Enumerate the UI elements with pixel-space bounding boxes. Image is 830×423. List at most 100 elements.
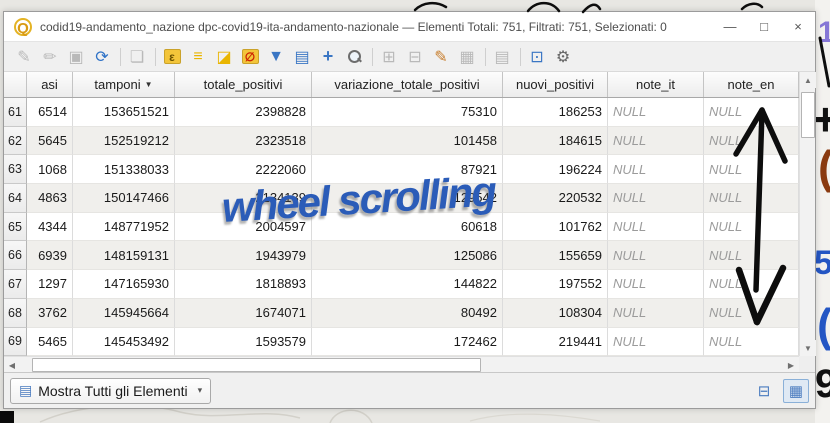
cell-totale_positivi[interactable]: 2134139 — [175, 184, 312, 213]
cell-casi[interactable]: 6514 — [27, 98, 73, 127]
cell-variazione_totale_positivi[interactable]: 101458 — [312, 127, 503, 156]
minimize-button[interactable]: — — [713, 13, 747, 41]
cell-note_en[interactable]: NULL — [704, 213, 799, 242]
cell-tamponi[interactable]: 145453492 — [73, 328, 175, 357]
cell-variazione_totale_positivi[interactable]: 125086 — [312, 241, 503, 270]
cell-variazione_totale_positivi[interactable]: 172462 — [312, 328, 503, 357]
cell-variazione_totale_positivi[interactable]: 75310 — [312, 98, 503, 127]
cell-nuovi_positivi[interactable]: 197552 — [503, 270, 608, 299]
cell-nuovi_positivi[interactable]: 219441 — [503, 328, 608, 357]
cell-nuovi_positivi[interactable]: 220532 — [503, 184, 608, 213]
horizontal-scroll-thumb[interactable] — [32, 358, 481, 372]
column-header-nuovi_positivi[interactable]: nuovi_positivi — [503, 72, 608, 97]
cell-casi[interactable]: 1068 — [27, 155, 73, 184]
table-view-button[interactable]: ▦ — [783, 379, 809, 403]
cell-totale_positivi[interactable]: 2323518 — [175, 127, 312, 156]
new-field-icon[interactable]: ⊞ — [377, 45, 401, 69]
cell-tamponi[interactable]: 153651521 — [73, 98, 175, 127]
dock-table-icon[interactable]: ⊡ — [525, 45, 549, 69]
column-header-note_it[interactable]: note_it — [608, 72, 704, 97]
feature-filter-button[interactable]: ▤ Mostra Tutti gli Elementi ▾ — [10, 378, 211, 404]
cell-tamponi[interactable]: 148771952 — [73, 213, 175, 242]
cell-totale_positivi[interactable]: 2222060 — [175, 155, 312, 184]
horizontal-scrollbar[interactable]: ◀ ▶ — [4, 356, 799, 372]
row-number[interactable]: 62 — [4, 127, 27, 156]
paste-features-icon[interactable]: ❏ — [125, 45, 149, 69]
row-number[interactable]: 67 — [4, 270, 27, 299]
zoom-to-selection-icon[interactable] — [342, 45, 366, 69]
column-header-totale_positivi[interactable]: totale_positivi — [175, 72, 312, 97]
cell-variazione_totale_positivi[interactable]: 60618 — [312, 213, 503, 242]
cell-casi[interactable]: 1297 — [27, 270, 73, 299]
cell-note_it[interactable]: NULL — [608, 270, 704, 299]
cell-tamponi[interactable]: 152519212 — [73, 127, 175, 156]
cell-nuovi_positivi[interactable]: 108304 — [503, 299, 608, 328]
cell-tamponi[interactable]: 150147466 — [73, 184, 175, 213]
cell-nuovi_positivi[interactable]: 196224 — [503, 155, 608, 184]
field-calculator-icon[interactable]: ▦ — [455, 45, 479, 69]
actions-icon[interactable]: ⚙ — [551, 45, 575, 69]
cell-note_it[interactable]: NULL — [608, 155, 704, 184]
cell-note_it[interactable]: NULL — [608, 241, 704, 270]
toggle-editing-icon[interactable]: ✎ — [12, 45, 36, 69]
cell-casi[interactable]: 4863 — [27, 184, 73, 213]
move-selection-to-top-icon[interactable]: ▤ — [290, 45, 314, 69]
cell-casi[interactable]: 3762 — [27, 299, 73, 328]
form-view-button[interactable]: ⊟ — [751, 379, 777, 403]
cell-variazione_totale_positivi[interactable]: 144822 — [312, 270, 503, 299]
cell-note_it[interactable]: NULL — [608, 213, 704, 242]
row-number[interactable]: 63 — [4, 155, 27, 184]
title-bar[interactable]: Q codid19-andamento_nazione dpc-covid19-… — [4, 12, 815, 42]
column-header-variazione_totale_positivi[interactable]: variazione_totale_positivi — [312, 72, 503, 97]
cell-note_it[interactable]: NULL — [608, 299, 704, 328]
save-edits-icon[interactable]: ▣ — [64, 45, 88, 69]
cell-note_it[interactable]: NULL — [608, 328, 704, 357]
scroll-left-button[interactable]: ◀ — [4, 357, 20, 373]
cell-tamponi[interactable]: 145945664 — [73, 299, 175, 328]
cell-note_it[interactable]: NULL — [608, 98, 704, 127]
cell-note_en[interactable]: NULL — [704, 241, 799, 270]
cell-tamponi[interactable]: 151338033 — [73, 155, 175, 184]
filter-icon[interactable]: ▼ — [264, 45, 288, 69]
select-by-expression-icon[interactable]: ε — [160, 45, 184, 69]
scroll-up-button[interactable]: ▲ — [800, 72, 816, 88]
conditional-formatting-icon[interactable]: ▤ — [490, 45, 514, 69]
multi-edit-icon[interactable]: ✏ — [38, 45, 62, 69]
select-all-icon[interactable]: ≡ — [186, 45, 210, 69]
cell-casi[interactable]: 4344 — [27, 213, 73, 242]
cell-note_en[interactable]: NULL — [704, 98, 799, 127]
cell-nuovi_positivi[interactable]: 155659 — [503, 241, 608, 270]
cell-note_en[interactable]: NULL — [704, 184, 799, 213]
cell-variazione_totale_positivi[interactable]: 129542 — [312, 184, 503, 213]
cell-tamponi[interactable]: 148159131 — [73, 241, 175, 270]
row-number[interactable]: 69 — [4, 328, 27, 357]
cell-nuovi_positivi[interactable]: 184615 — [503, 127, 608, 156]
cell-totale_positivi[interactable]: 1674071 — [175, 299, 312, 328]
pan-to-selection-icon[interactable]: + — [316, 45, 340, 69]
scroll-right-button[interactable]: ▶ — [783, 357, 799, 373]
cell-tamponi[interactable]: 147165930 — [73, 270, 175, 299]
column-header-note_en[interactable]: note_en — [704, 72, 799, 97]
edit-expression-icon[interactable]: ✎ — [429, 45, 453, 69]
cell-totale_positivi[interactable]: 2004597 — [175, 213, 312, 242]
cell-nuovi_positivi[interactable]: 101762 — [503, 213, 608, 242]
cell-note_en[interactable]: NULL — [704, 270, 799, 299]
row-number[interactable]: 61 — [4, 98, 27, 127]
cell-casi[interactable]: 5465 — [27, 328, 73, 357]
vertical-scroll-thumb[interactable] — [801, 92, 815, 138]
vertical-scrollbar[interactable]: ▲ ▼ — [799, 72, 815, 356]
cell-casi[interactable]: 6939 — [27, 241, 73, 270]
cell-nuovi_positivi[interactable]: 186253 — [503, 98, 608, 127]
row-number[interactable]: 64 — [4, 184, 27, 213]
cell-variazione_totale_positivi[interactable]: 87921 — [312, 155, 503, 184]
invert-selection-icon[interactable]: ◪ — [212, 45, 236, 69]
cell-note_en[interactable]: NULL — [704, 328, 799, 357]
column-header-casi[interactable]: asi — [27, 72, 73, 97]
cell-note_it[interactable]: NULL — [608, 127, 704, 156]
row-number[interactable]: 68 — [4, 299, 27, 328]
column-header-row-number[interactable] — [4, 72, 27, 97]
maximize-button[interactable]: □ — [747, 13, 781, 41]
cell-totale_positivi[interactable]: 1943979 — [175, 241, 312, 270]
cell-totale_positivi[interactable]: 2398828 — [175, 98, 312, 127]
delete-field-icon[interactable]: ⊟ — [403, 45, 427, 69]
